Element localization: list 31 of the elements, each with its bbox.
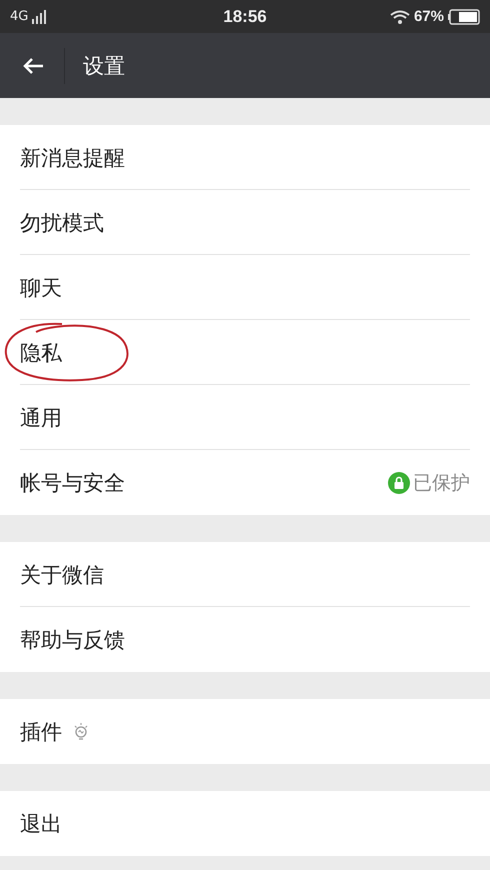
- page-title: 设置: [83, 52, 125, 80]
- row-label: 聊天: [20, 274, 62, 302]
- settings-row[interactable]: 关于微信: [0, 542, 490, 607]
- row-label: 新消息提醒: [20, 144, 125, 172]
- settings-row[interactable]: 隐私: [0, 320, 490, 385]
- settings-row[interactable]: 帮助与反馈: [0, 607, 490, 672]
- row-label: 关于微信: [20, 562, 104, 588]
- settings-row[interactable]: 通用: [0, 385, 490, 450]
- battery-percent: 67%: [414, 8, 444, 25]
- row-label: 帐号与安全: [20, 470, 125, 496]
- status-text: 已保护: [413, 470, 470, 496]
- signal-icon: [32, 10, 48, 24]
- settings-row[interactable]: 插件: [0, 699, 490, 764]
- back-arrow-icon: [22, 56, 44, 74]
- network-label: 4G: [10, 9, 28, 24]
- settings-row[interactable]: 帐号与安全 已保护: [0, 450, 490, 515]
- row-label: 勿扰模式: [20, 210, 104, 236]
- clock-time: 18:56: [223, 6, 267, 26]
- row-label: 通用: [20, 404, 62, 432]
- row-label: 插件: [20, 718, 62, 746]
- settings-row[interactable]: 勿扰模式: [0, 190, 490, 255]
- row-label: 帮助与反馈: [20, 626, 125, 654]
- lightbulb-icon: [72, 722, 90, 742]
- settings-row[interactable]: 退出: [0, 791, 490, 856]
- battery-icon: [448, 8, 480, 24]
- lock-icon: [388, 472, 410, 494]
- row-label: 隐私: [20, 340, 62, 366]
- settings-row[interactable]: 新消息提醒: [0, 125, 490, 190]
- row-label: 退出: [20, 810, 62, 838]
- settings-row[interactable]: 聊天: [0, 255, 490, 320]
- wifi-icon: [390, 10, 410, 24]
